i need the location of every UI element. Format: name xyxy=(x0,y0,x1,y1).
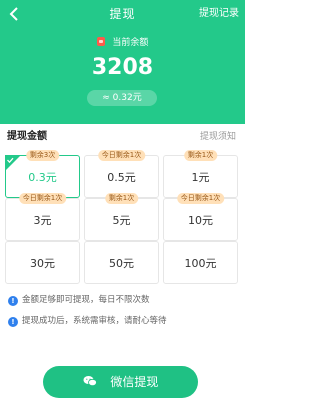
amount-option-30[interactable]: 30元 xyxy=(5,241,80,284)
option-amount: 3元 xyxy=(33,214,52,227)
option-tag: 今日剩余1次 xyxy=(18,193,67,204)
approx-value-pill: ≈ 0.32元 xyxy=(87,90,157,106)
option-amount: 5元 xyxy=(112,214,131,227)
amount-option-5[interactable]: 剩余1次 5元 xyxy=(84,193,159,241)
option-tag: 剩余3次 xyxy=(25,150,60,161)
amount-option-3[interactable]: 今日剩余1次 3元 xyxy=(5,193,80,241)
withdraw-notice-link[interactable]: 提现须知 xyxy=(200,131,236,143)
wechat-button-label: 微信提现 xyxy=(110,375,159,389)
option-amount: 0.5元 xyxy=(107,171,136,184)
tip-text: 提现成功后，系统需审核，请耐心等待 xyxy=(22,316,167,326)
check-corner-icon xyxy=(5,155,21,171)
section-title: 提现金额 xyxy=(7,131,47,142)
option-tag: 今日剩余1次 xyxy=(97,150,146,161)
tip-item: ! 金额足够即可提现，每日不限次数 xyxy=(8,294,150,306)
wechat-withdraw-button[interactable]: 微信提现 xyxy=(43,366,198,398)
tip-text: 金额足够即可提现，每日不限次数 xyxy=(22,295,150,305)
balance-label-row: 当前余额 xyxy=(0,37,245,49)
option-amount: 30元 xyxy=(30,257,55,270)
option-amount: 1元 xyxy=(191,171,210,184)
amount-option-50[interactable]: 50元 xyxy=(84,241,159,284)
option-amount: 0.3元 xyxy=(28,171,57,184)
amount-option-100[interactable]: 100元 xyxy=(163,241,238,284)
option-amount: 100元 xyxy=(184,257,217,270)
amount-option-0-5[interactable]: 今日剩余1次 0.5元 xyxy=(84,150,159,198)
info-icon: ! xyxy=(8,317,18,327)
tip-item: ! 提现成功后，系统需审核，请耐心等待 xyxy=(8,315,167,327)
option-amount: 10元 xyxy=(188,214,213,227)
amount-option-10[interactable]: 今日剩余1次 10元 xyxy=(163,193,238,241)
option-tag: 今日剩余1次 xyxy=(176,193,225,204)
option-tag: 剩余1次 xyxy=(104,193,139,204)
amount-option-1[interactable]: 剩余1次 1元 xyxy=(163,150,238,198)
option-tag: 剩余1次 xyxy=(183,150,218,161)
balance-value: 3208 xyxy=(91,55,154,80)
info-icon: ! xyxy=(8,296,18,306)
amount-option-0-3[interactable]: 剩余3次 0.3元 xyxy=(5,150,80,198)
coin-icon xyxy=(96,37,105,46)
withdraw-record-link[interactable]: 提现记录 xyxy=(199,6,239,22)
balance-label: 当前余额 xyxy=(112,38,149,48)
option-amount: 50元 xyxy=(109,257,134,270)
wechat-icon xyxy=(83,376,97,387)
